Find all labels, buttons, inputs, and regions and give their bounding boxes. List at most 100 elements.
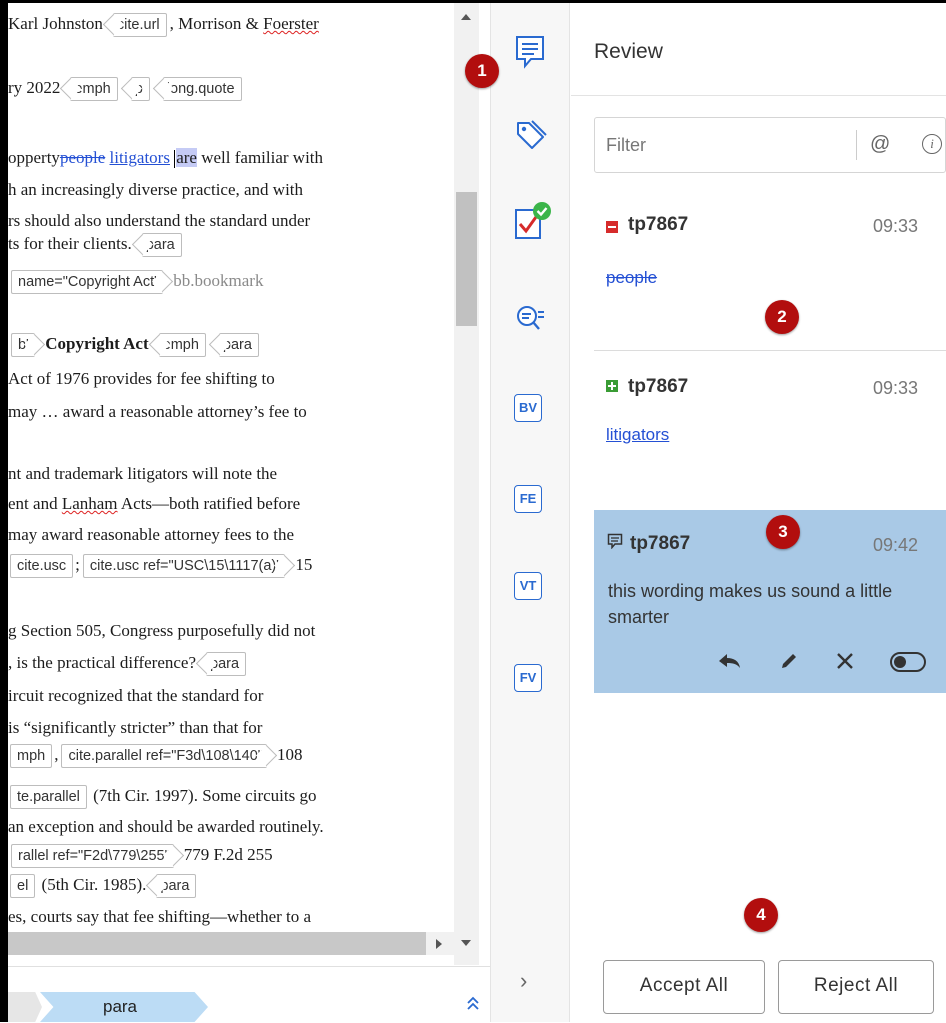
card-user: tp7867 [630,533,691,554]
text-run: ircuit recognized that the standard for [8,686,264,705]
xml-tag-marker[interactable]: te.parallel [10,785,87,810]
document-line[interactable]: cite.usc; cite.usc ref="USC\15\1117(a)" 15 [8,554,312,579]
text-run: Copyright Act [45,334,149,353]
document-line[interactable]: mph, cite.parallel ref="F3d\108\140" 108 [8,744,303,769]
text-run: 108 [276,745,303,764]
document-line[interactable]: Karl Johnston cite.url, Morrison & Foerst… [8,13,319,38]
resolve-toggle[interactable] [890,652,926,672]
fe-icon[interactable]: FE [514,485,542,513]
callout-badge-2: 2 [765,300,799,334]
deletion-icon [606,221,618,233]
document-line[interactable]: name="Copyright Act" bb.bookmark [8,270,263,295]
text-run: es, courts say that fee shifting—whether… [8,907,312,926]
bv-icon[interactable]: BV [514,394,542,422]
document-editor[interactable]: Karl Johnston cite.url, Morrison & Foerst… [8,3,454,965]
xml-tag-marker[interactable]: b" [11,333,36,358]
search-list-icon[interactable] [510,298,550,338]
edit-pencil-icon[interactable] [774,646,804,676]
document-line[interactable]: es, courts say that fee shifting—whether… [8,906,311,928]
expand-up-icon[interactable] [460,992,486,1022]
selected-run: are [176,148,197,167]
comment-small-icon [607,533,623,554]
xml-tag-marker[interactable]: emph [158,333,206,358]
xml-tag-marker[interactable]: rallel ref="F2d\779\255" [11,844,174,869]
delete-x-icon[interactable] [830,646,860,676]
xml-tag-marker[interactable]: cite.usc ref="USC\15\1117(a)" [82,554,286,579]
text-run: g Section 505, Congress purposefully did… [8,621,316,640]
document-line[interactable]: h an increasingly diverse practice, and … [8,179,303,201]
card-user: tp7867 [628,214,689,235]
xml-tag-marker[interactable]: mph [10,744,53,769]
document-line[interactable]: an exception and should be awarded routi… [8,816,324,838]
inserted-text[interactable]: litigators [606,425,669,445]
vertical-scroll-thumb[interactable] [456,192,477,326]
filter-input[interactable] [594,117,946,173]
xml-tag-marker[interactable]: long.quote [162,77,242,102]
xml-tag-marker[interactable]: emph [70,77,118,102]
review-title: Review [594,40,663,63]
reject-all-button[interactable]: Reject All [778,960,934,1014]
deleted-text[interactable]: people [606,268,657,288]
scroll-right-arrow-icon[interactable] [436,939,442,949]
reply-icon[interactable] [714,646,744,676]
comment-icon[interactable] [510,32,550,72]
scroll-up-arrow-icon[interactable] [461,14,471,20]
xml-tag-marker[interactable]: name="Copyright Act" [11,270,164,295]
document-line[interactable]: b" Copyright Act emph para [8,333,262,358]
xml-tag-marker[interactable]: para [218,333,259,358]
document-line[interactable]: ent and Lanham Acts—both ratified before [8,493,300,515]
text-run: may … award a reasonable attorney’s fee … [8,402,307,421]
scroll-down-arrow-icon[interactable] [461,940,471,946]
document-line[interactable]: , is the practical difference? para [8,652,249,677]
document-line[interactable]: g Section 505, Congress purposefully did… [8,620,315,642]
checklist-icon[interactable] [510,200,551,240]
chevron-right-icon[interactable]: › [520,968,527,994]
horizontal-scrollbar[interactable] [8,932,454,955]
document-line[interactable]: ry 2022 emph p long.quote [8,77,245,102]
document-line[interactable]: te.parallel (7th Cir. 1997). Some circui… [8,785,316,810]
document-line[interactable]: may … award a reasonable attorney’s fee … [8,401,307,423]
comment-text: this wording makes us sound a little sma… [608,581,893,627]
breadcrumb-parent[interactable] [8,992,42,1022]
document-line[interactable]: Act of 1976 provides for fee shifting to [8,368,275,390]
xml-tag-marker[interactable]: p [130,77,150,102]
document-line[interactable]: ircuit recognized that the standard for [8,685,263,707]
text-run: ent and [8,494,62,513]
document-line[interactable]: rallel ref="F2d\779\255" 779 F.2d 255 [8,844,273,869]
callout-badge-4: 4 [744,898,778,932]
filter-placeholder[interactable]: Filter [606,135,646,156]
vertical-scrollbar[interactable] [454,3,479,965]
accept-all-button[interactable]: Accept All [603,960,765,1014]
info-icon[interactable]: i [922,134,942,154]
text-run: (5th Cir. 1985). [37,875,147,894]
card-time: 09:33 [873,216,919,236]
document-line[interactable]: nt and trademark litigators will note th… [8,463,277,485]
deleted-run: people [59,148,106,167]
text-run: nt and trademark litigators will note th… [8,464,278,483]
text-run: opperty [8,148,60,167]
text-run: an exception and should be awarded routi… [8,817,324,836]
mention-icon[interactable]: @ [870,133,890,156]
text-run: h an increasingly diverse practice, and … [8,180,304,199]
inserted-run: litigators [109,148,170,167]
xml-tag-marker[interactable]: para [141,233,182,258]
card-divider [594,350,946,351]
document-line[interactable]: ts for their clients. para [8,233,185,258]
xml-tag-marker[interactable]: cite.parallel ref="F3d\108\140" [61,744,267,769]
text-run: Karl Johnston [8,14,103,33]
document-line[interactable]: el (5th Cir. 1985). para [8,874,199,899]
fv-icon[interactable]: FV [514,664,542,692]
text-run: 779 F.2d 255 [183,845,273,864]
xml-tag-marker[interactable]: para [206,652,247,677]
document-line[interactable]: oppertypeople litigators are well famili… [8,147,323,169]
tag-icon[interactable] [510,115,550,155]
xml-tag-marker[interactable]: cite.url [112,13,167,38]
xml-tag-marker[interactable]: cite.usc [10,554,74,579]
document-line[interactable]: may award reasonable attorney fees to th… [8,524,294,546]
document-line[interactable]: is “significantly stricter” than that fo… [8,717,262,739]
xml-tag-marker[interactable]: para [156,874,197,899]
breadcrumb-active-label[interactable]: para [40,992,200,1022]
vt-icon[interactable]: VT [514,572,542,600]
xml-tag-marker[interactable]: el [10,874,36,899]
document-line[interactable]: rs should also understand the standard u… [8,210,310,232]
